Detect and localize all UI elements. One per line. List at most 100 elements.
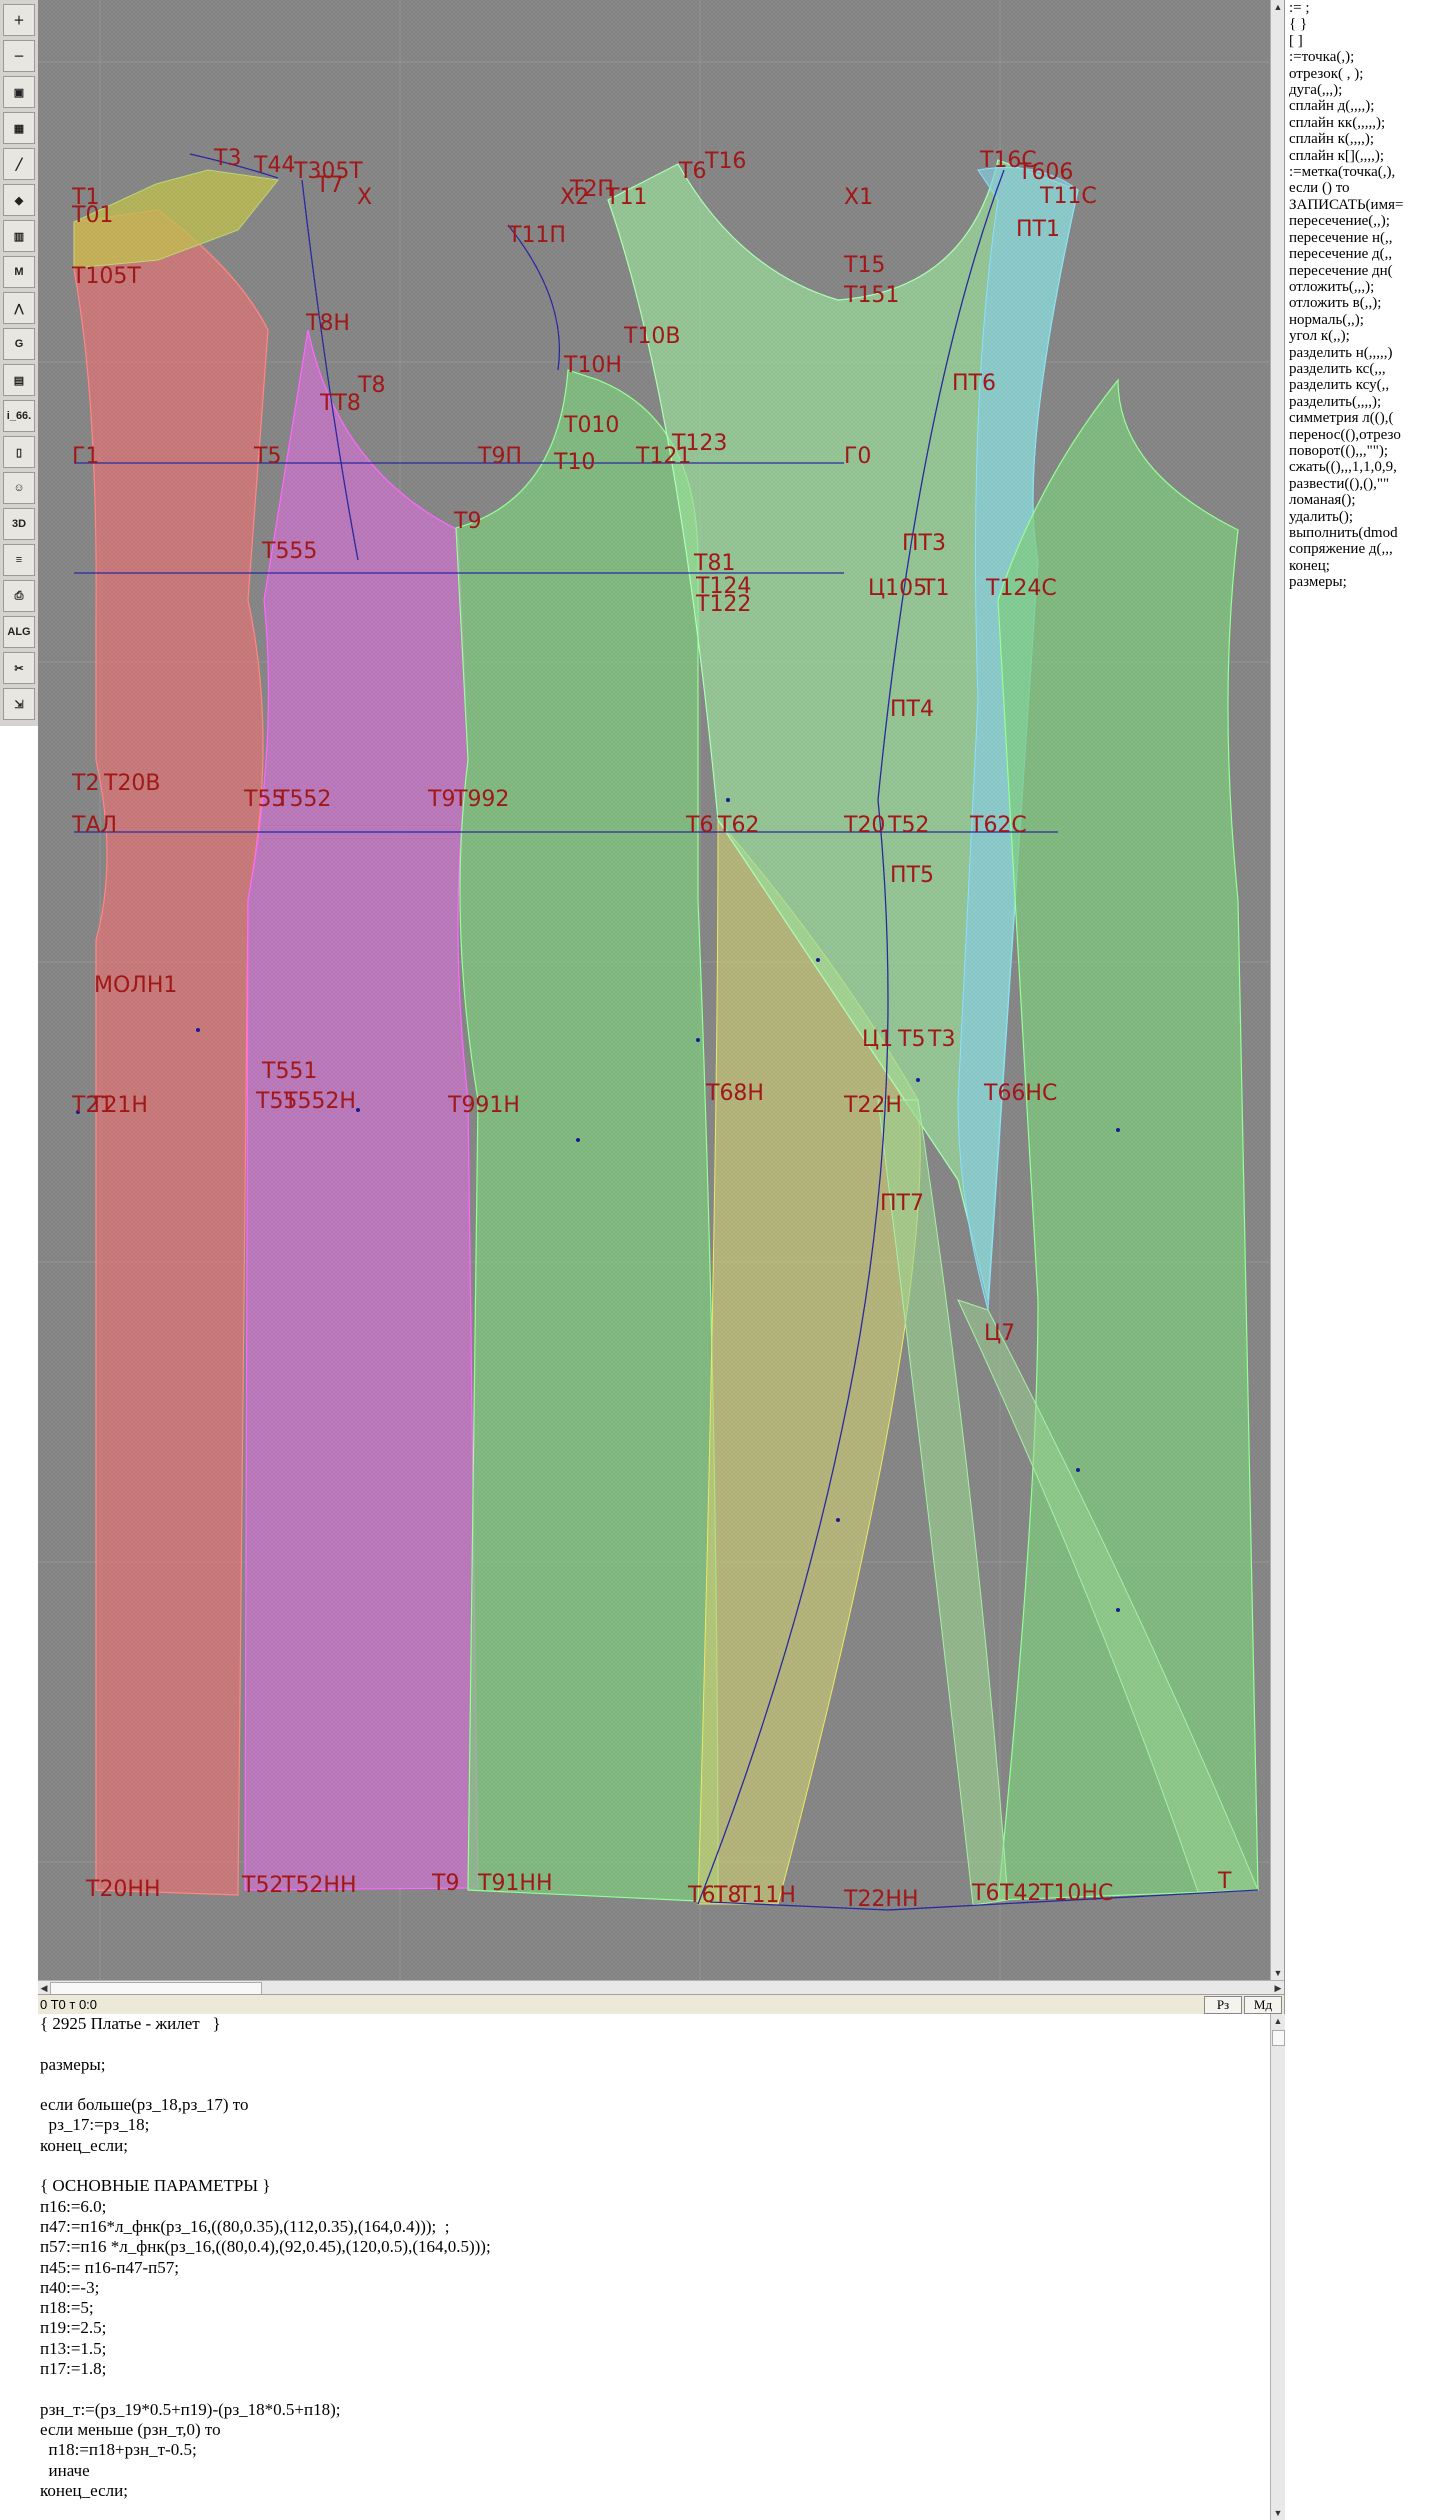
gradation-icon[interactable]: G: [3, 328, 35, 360]
code-line[interactable]: конец_если;: [38, 2136, 1270, 2156]
code-line[interactable]: [38, 2034, 1270, 2054]
command-item[interactable]: удалить();: [1285, 509, 1440, 525]
editor-scroll-thumb[interactable]: [1272, 2030, 1285, 2046]
print-icon[interactable]: ⎙: [3, 580, 35, 612]
command-item[interactable]: выполнить(dmod: [1285, 525, 1440, 541]
3d-icon[interactable]: 3D: [3, 508, 35, 540]
scroll-left-icon[interactable]: ◀: [38, 1981, 50, 1995]
point-label: Т15: [843, 253, 885, 278]
command-item[interactable]: пересечение д(,,: [1285, 246, 1440, 262]
command-item[interactable]: сплайн к[](,,,,);: [1285, 148, 1440, 164]
code-line[interactable]: [38, 2379, 1270, 2399]
code-line[interactable]: { ОСНОВНЫЕ ПАРАМЕТРЫ }: [38, 2176, 1270, 2196]
zoom-in-icon[interactable]: ＋: [3, 4, 35, 36]
command-item[interactable]: пересечение(,,);: [1285, 213, 1440, 229]
layout-icon[interactable]: ▤: [3, 364, 35, 396]
command-item[interactable]: :=метка(точка(,),: [1285, 164, 1440, 180]
code-line[interactable]: рз_17:=рз_18;: [38, 2115, 1270, 2135]
rz-button[interactable]: Рз: [1204, 1996, 1242, 2014]
code-line[interactable]: п45:= п16-п47-п57;: [38, 2258, 1270, 2278]
command-item[interactable]: поворот((),,,"");: [1285, 443, 1440, 459]
code-line[interactable]: п47:=п16*л_фнк(рз_16,((80,0.35),(112,0.3…: [38, 2217, 1270, 2237]
command-item[interactable]: отложить(,,,);: [1285, 279, 1440, 295]
canvas-horizontal-scrollbar[interactable]: ◀ ▶: [38, 1980, 1284, 1995]
script-editor[interactable]: { 2925 Платье - жилет } размеры; если боль…: [38, 2014, 1270, 2520]
code-line[interactable]: размеры;: [38, 2055, 1270, 2075]
command-item[interactable]: дуга(,,,);: [1285, 82, 1440, 98]
command-item[interactable]: пересечение н(,,: [1285, 230, 1440, 246]
drawing-canvas[interactable]: Т1 Т01 Т3 Т44 Т305Т Т7 Х Т105Т Т8Н ТТ8 Т8 Т11П Х2 Т2П…: [38, 0, 1270, 1980]
page-icon[interactable]: ▯: [3, 436, 35, 468]
code-line[interactable]: п19:=2.5;: [38, 2318, 1270, 2338]
code-line[interactable]: п16:=6.0;: [38, 2197, 1270, 2217]
point-label: Т52НН: [281, 1873, 357, 1898]
command-item[interactable]: сопряжение д(,,,: [1285, 541, 1440, 557]
status-text: 0 T0 т 0:0: [40, 1997, 98, 2012]
code-line[interactable]: п17:=1.8;: [38, 2359, 1270, 2379]
alg-icon[interactable]: ALG: [3, 616, 35, 648]
command-item[interactable]: размеры;: [1285, 574, 1440, 590]
code-line[interactable]: если больше(рз_18,рз_17) то: [38, 2095, 1270, 2115]
point-label: Т124С: [985, 576, 1057, 601]
code-line[interactable]: иначе: [38, 2461, 1270, 2481]
command-item[interactable]: разделить кс(,,,: [1285, 361, 1440, 377]
layer-icon[interactable]: ◆: [3, 184, 35, 216]
command-item[interactable]: :=точка(,);: [1285, 49, 1440, 65]
file-label-icon[interactable]: i_66.: [3, 400, 35, 432]
command-item[interactable]: сплайн к(,,,,);: [1285, 131, 1440, 147]
code-line[interactable]: { 2925 Платье - жилет }: [38, 2014, 1270, 2034]
code-line[interactable]: п18:=5;: [38, 2298, 1270, 2318]
command-item[interactable]: разделить н(,,,,,): [1285, 345, 1440, 361]
tool-palette: ＋ － ▣ ▦ ╱ ◆ ▥ M ⋀ G ▤ i_66. ▯ ☺ 3D ≡ ⎙ ALG ✂ ⇲: [0, 0, 39, 726]
command-item[interactable]: сплайн д(,,,,);: [1285, 98, 1440, 114]
command-item[interactable]: разделить ксу(,,: [1285, 377, 1440, 393]
editor-scroll-up-icon[interactable]: ▲: [1271, 2014, 1285, 2028]
command-item[interactable]: сжать((),,,1,1,0,9,: [1285, 459, 1440, 475]
piece-icon[interactable]: ▥: [3, 220, 35, 252]
code-line[interactable]: [38, 2156, 1270, 2176]
editor-scroll-down-icon[interactable]: ▼: [1271, 2506, 1285, 2520]
point-label: Т20НН: [85, 1877, 161, 1902]
code-line[interactable]: п57:=п16 *л_фнк(рз_16,((80,0.4),(92,0.45…: [38, 2237, 1270, 2257]
editor-vertical-scrollbar[interactable]: ▲ ▼: [1270, 2014, 1285, 2520]
code-line[interactable]: п18:=п18+рзн_т-0.5;: [38, 2440, 1270, 2460]
code-line[interactable]: рзн_т:=(рз_19*0.5+п19)-(рз_18*0.5+п18);: [38, 2400, 1270, 2420]
grid-icon[interactable]: ▦: [3, 112, 35, 144]
code-line[interactable]: п13:=1.5;: [38, 2339, 1270, 2359]
command-item[interactable]: симметрия л((),(: [1285, 410, 1440, 426]
scroll-down-icon[interactable]: ▼: [1271, 1966, 1285, 1980]
command-item[interactable]: сплайн кк(,,,,,);: [1285, 115, 1440, 131]
command-item[interactable]: ломаная();: [1285, 492, 1440, 508]
command-item[interactable]: угол к(,,);: [1285, 328, 1440, 344]
measure-icon[interactable]: M: [3, 256, 35, 288]
arrow-tool-icon[interactable]: ⇲: [3, 688, 35, 720]
avatar-icon[interactable]: ☺: [3, 472, 35, 504]
zoom-out-icon[interactable]: －: [3, 40, 35, 72]
compass-icon[interactable]: ⋀: [3, 292, 35, 324]
list-icon[interactable]: ≡: [3, 544, 35, 576]
md-button[interactable]: Мд: [1244, 1996, 1282, 2014]
scroll-right-icon[interactable]: ▶: [1272, 1981, 1284, 1995]
command-item[interactable]: развести((),(),"": [1285, 476, 1440, 492]
canvas-vertical-scrollbar[interactable]: ▲ ▼: [1270, 0, 1285, 1980]
code-line[interactable]: конец_если;: [38, 2481, 1270, 2501]
fit-view-icon[interactable]: ▣: [3, 76, 35, 108]
command-item[interactable]: перенос((),отрезо: [1285, 427, 1440, 443]
line-tool-icon[interactable]: ╱: [3, 148, 35, 180]
command-item[interactable]: если () то: [1285, 180, 1440, 196]
command-item[interactable]: := ;: [1285, 0, 1440, 16]
command-item[interactable]: пересечение дн(: [1285, 263, 1440, 279]
command-item[interactable]: отрезок( , );: [1285, 66, 1440, 82]
command-item[interactable]: разделить(,,,,);: [1285, 394, 1440, 410]
scroll-up-icon[interactable]: ▲: [1271, 0, 1285, 14]
code-line[interactable]: если меньше (рзн_т,0) то: [38, 2420, 1270, 2440]
command-item[interactable]: ЗАПИСАТЬ(имя=: [1285, 197, 1440, 213]
command-item[interactable]: отложить в(,,);: [1285, 295, 1440, 311]
command-item[interactable]: { }: [1285, 16, 1440, 32]
code-line[interactable]: [38, 2075, 1270, 2095]
command-item[interactable]: [ ]: [1285, 33, 1440, 49]
command-item[interactable]: конец;: [1285, 558, 1440, 574]
command-item[interactable]: нормаль(,,);: [1285, 312, 1440, 328]
cut-icon[interactable]: ✂: [3, 652, 35, 684]
code-line[interactable]: п40:=-3;: [38, 2278, 1270, 2298]
